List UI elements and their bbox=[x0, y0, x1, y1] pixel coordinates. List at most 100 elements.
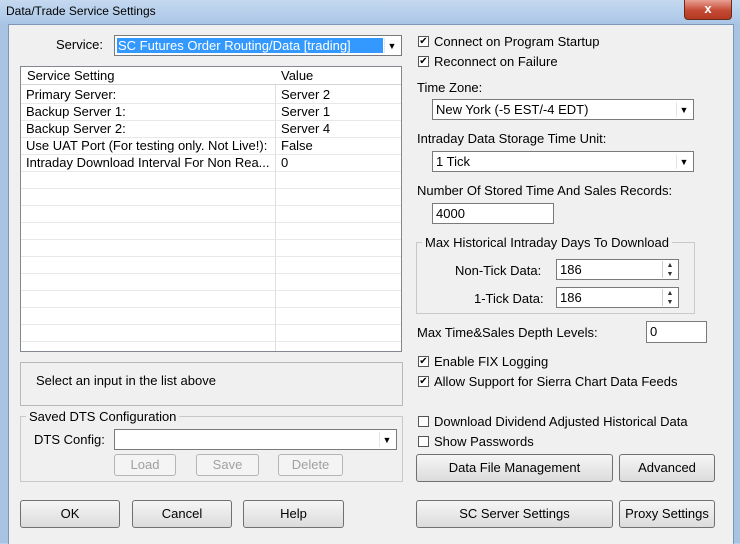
reconnect-on-failure-label[interactable]: Reconnect on Failure bbox=[434, 54, 558, 69]
empty-row bbox=[21, 291, 401, 308]
empty-row bbox=[21, 206, 401, 223]
load-button[interactable]: Load bbox=[114, 454, 176, 476]
empty-row bbox=[21, 325, 401, 342]
non-tick-days-input[interactable]: 186 ▲ ▼ bbox=[556, 259, 679, 280]
connect-on-startup-checkbox[interactable]: ✔ bbox=[418, 36, 429, 47]
delete-button[interactable]: Delete bbox=[278, 454, 343, 476]
dividend-adjusted-checkbox[interactable] bbox=[418, 416, 429, 427]
empty-row bbox=[21, 240, 401, 257]
table-row[interactable]: Primary Server: Server 2 bbox=[21, 87, 401, 104]
save-button-label: Save bbox=[212, 457, 243, 472]
one-tick-label: 1-Tick Data: bbox=[474, 291, 544, 306]
sc-server-settings-button[interactable]: SC Server Settings bbox=[416, 500, 613, 528]
one-tick-days-input[interactable]: 186 ▲ ▼ bbox=[556, 287, 679, 308]
setting-name: Primary Server: bbox=[26, 87, 117, 102]
table-row[interactable]: Backup Server 2: Server 4 bbox=[21, 121, 401, 138]
stored-records-label: Number Of Stored Time And Sales Records: bbox=[417, 183, 673, 198]
data-file-management-button[interactable]: Data File Management bbox=[416, 454, 613, 482]
enable-fix-logging-checkbox[interactable]: ✔ bbox=[418, 356, 429, 367]
check-icon: ✔ bbox=[419, 376, 428, 387]
reconnect-on-failure-checkbox[interactable]: ✔ bbox=[418, 56, 429, 67]
allow-sierra-feeds-label[interactable]: Allow Support for Sierra Chart Data Feed… bbox=[434, 374, 678, 389]
column-header-value[interactable]: Value bbox=[281, 68, 313, 84]
setting-value: Server 1 bbox=[281, 104, 331, 119]
depth-levels-label: Max Time&Sales Depth Levels: bbox=[417, 325, 598, 340]
setting-value: Server 4 bbox=[281, 121, 331, 136]
service-select-value: SC Futures Order Routing/Data [trading] bbox=[118, 38, 351, 53]
max-days-group-label: Max Historical Intraday Days To Download bbox=[422, 235, 672, 250]
cancel-button-label: Cancel bbox=[161, 506, 203, 521]
cancel-button[interactable]: Cancel bbox=[132, 500, 232, 528]
data-file-management-label: Data File Management bbox=[448, 460, 581, 475]
time-zone-select[interactable]: New York (-5 EST/-4 EDT) ▼ bbox=[432, 99, 694, 120]
proxy-settings-button[interactable]: Proxy Settings bbox=[619, 500, 715, 528]
non-tick-label: Non-Tick Data: bbox=[455, 263, 542, 278]
saved-dts-group-label: Saved DTS Configuration bbox=[26, 409, 180, 424]
setting-value: Server 2 bbox=[281, 87, 331, 102]
chevron-down-icon: ▼ bbox=[676, 154, 691, 169]
show-passwords-label[interactable]: Show Passwords bbox=[434, 434, 534, 449]
advanced-button[interactable]: Advanced bbox=[619, 454, 715, 482]
window-title: Data/Trade Service Settings bbox=[6, 4, 156, 18]
close-icon: x bbox=[704, 1, 712, 16]
save-button[interactable]: Save bbox=[196, 454, 259, 476]
close-button[interactable]: x bbox=[684, 0, 732, 20]
table-row[interactable]: Intraday Download Interval For Non Rea..… bbox=[21, 155, 401, 172]
empty-row bbox=[21, 274, 401, 291]
spinner-arrows-icon[interactable]: ▲ ▼ bbox=[662, 261, 677, 278]
service-settings-list[interactable]: Service Setting Value Primary Server: Se… bbox=[20, 66, 402, 352]
ok-button-label: OK bbox=[60, 506, 80, 521]
storage-unit-value: 1 Tick bbox=[436, 154, 470, 169]
setting-name: Backup Server 1: bbox=[26, 104, 126, 119]
service-label: Service: bbox=[56, 37, 103, 52]
setting-value: 0 bbox=[281, 155, 289, 170]
empty-row bbox=[21, 189, 401, 206]
chevron-down-icon: ▼ bbox=[379, 432, 394, 447]
spinner-arrows-icon[interactable]: ▲ ▼ bbox=[662, 289, 677, 306]
depth-levels-input[interactable]: 0 bbox=[646, 321, 707, 343]
check-icon: ✔ bbox=[419, 56, 428, 67]
connect-on-startup-label[interactable]: Connect on Program Startup bbox=[434, 34, 599, 49]
storage-unit-label: Intraday Data Storage Time Unit: bbox=[417, 131, 607, 146]
show-passwords-checkbox[interactable] bbox=[418, 436, 429, 447]
chevron-down-icon: ▼ bbox=[676, 102, 691, 117]
help-button[interactable]: Help bbox=[243, 500, 344, 528]
dialog-window: Data/Trade Service Settings x Service: S… bbox=[0, 0, 740, 544]
storage-unit-select[interactable]: 1 Tick ▼ bbox=[432, 151, 694, 172]
table-row[interactable]: Backup Server 1: Server 1 bbox=[21, 104, 401, 121]
setting-name: Backup Server 2: bbox=[26, 121, 126, 136]
empty-row bbox=[21, 223, 401, 240]
ok-button[interactable]: OK bbox=[20, 500, 120, 528]
table-row[interactable]: Use UAT Port (For testing only. Not Live… bbox=[21, 138, 401, 155]
load-button-label: Load bbox=[130, 457, 160, 472]
help-button-label: Help bbox=[280, 506, 307, 521]
setting-name: Intraday Download Interval For Non Rea..… bbox=[26, 155, 270, 170]
help-text: Select an input in the list above bbox=[36, 373, 216, 388]
time-zone-label: Time Zone: bbox=[417, 80, 483, 95]
allow-sierra-feeds-checkbox[interactable]: ✔ bbox=[418, 376, 429, 387]
advanced-button-label: Advanced bbox=[638, 460, 696, 475]
check-icon: ✔ bbox=[419, 36, 428, 47]
one-tick-days-value: 186 bbox=[560, 290, 582, 305]
dts-config-label: DTS Config: bbox=[34, 432, 105, 447]
service-select[interactable]: SC Futures Order Routing/Data [trading] … bbox=[114, 35, 402, 56]
setting-value: False bbox=[281, 138, 313, 153]
sc-server-settings-label: SC Server Settings bbox=[459, 506, 570, 521]
chevron-down-icon: ▼ bbox=[384, 38, 399, 53]
setting-name: Use UAT Port (For testing only. Not Live… bbox=[26, 138, 268, 153]
enable-fix-logging-label[interactable]: Enable FIX Logging bbox=[434, 354, 548, 369]
check-icon: ✔ bbox=[419, 356, 428, 367]
delete-button-label: Delete bbox=[291, 457, 330, 472]
title-bar[interactable]: Data/Trade Service Settings x bbox=[0, 0, 740, 24]
column-header-setting[interactable]: Service Setting bbox=[27, 68, 114, 84]
list-header: Service Setting Value bbox=[21, 67, 401, 85]
dividend-adjusted-label[interactable]: Download Dividend Adjusted Historical Da… bbox=[434, 414, 688, 429]
time-zone-value: New York (-5 EST/-4 EDT) bbox=[436, 102, 589, 117]
stored-records-input[interactable]: 4000 bbox=[432, 203, 554, 224]
proxy-settings-label: Proxy Settings bbox=[625, 506, 709, 521]
stored-records-value: 4000 bbox=[436, 206, 465, 221]
empty-row bbox=[21, 308, 401, 325]
empty-row bbox=[21, 172, 401, 189]
dts-config-select[interactable]: ▼ bbox=[114, 429, 397, 450]
empty-row bbox=[21, 257, 401, 274]
